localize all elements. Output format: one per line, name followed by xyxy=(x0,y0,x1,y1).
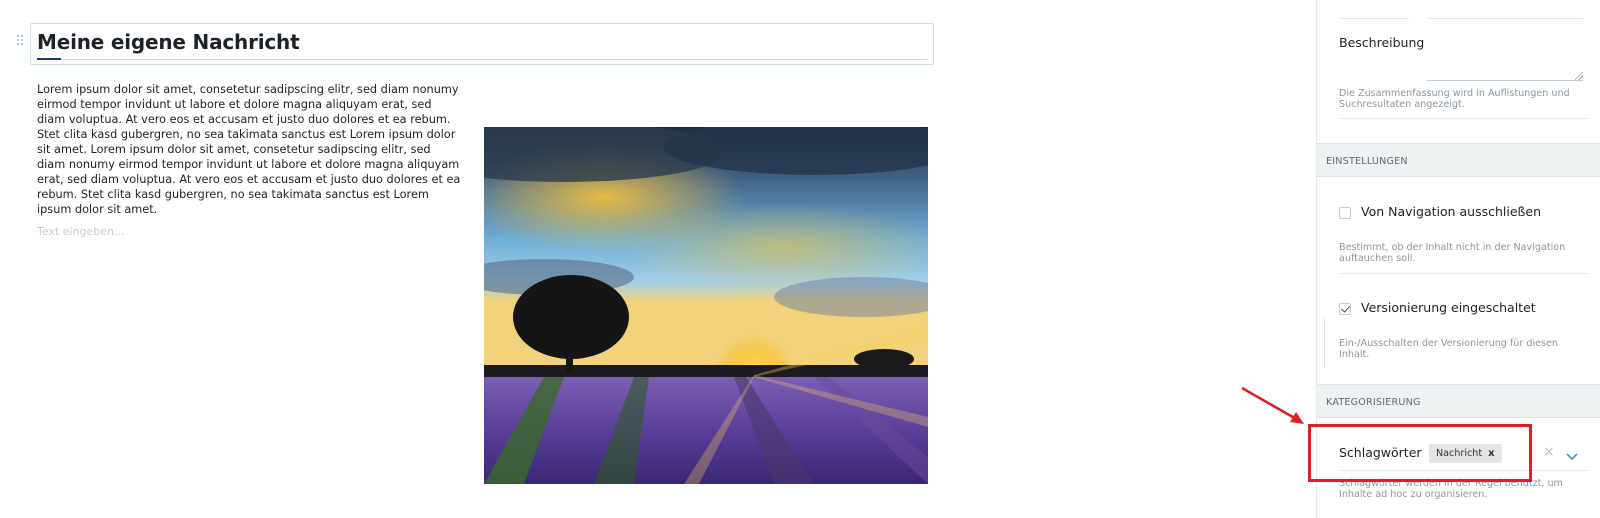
divider xyxy=(1339,273,1589,274)
tags-help: Schlagwörter werden in der Regel benutzt… xyxy=(1339,478,1563,500)
page-title[interactable]: Meine eigene Nachricht xyxy=(37,30,300,54)
body-text-block[interactable]: Lorem ipsum dolor sit amet, consetetur s… xyxy=(37,82,462,217)
categorization-section-header: KATEGORISIERUNG xyxy=(1317,384,1600,418)
description-label: Beschreibung xyxy=(1339,35,1425,50)
sidebar-top-divider xyxy=(1339,18,1409,19)
title-field[interactable]: Meine eigene Nachricht xyxy=(30,23,934,65)
title-underline xyxy=(37,59,927,60)
resize-grip-icon[interactable] xyxy=(1575,72,1583,80)
lavender-sunset-image[interactable] xyxy=(484,127,928,484)
checkmark-icon xyxy=(1341,303,1350,313)
sidebar-top-field-line xyxy=(1427,18,1583,19)
description-textarea[interactable] xyxy=(1427,80,1583,81)
exclude-navigation-checkbox[interactable] xyxy=(1339,207,1351,219)
versioning-help: Ein-/Ausschalten der Versionierung für d… xyxy=(1339,338,1559,360)
versioning-checkbox[interactable] xyxy=(1339,303,1351,315)
tags-highlight-box xyxy=(1308,424,1532,482)
drag-handle-icon[interactable] xyxy=(16,34,24,46)
annotation-arrow-icon xyxy=(1241,386,1304,424)
versioning-indicator xyxy=(1324,318,1325,368)
title-underline-active xyxy=(37,58,61,60)
description-help: Die Zusammenfassung wird in Auflistungen… xyxy=(1339,88,1570,110)
versioning-label[interactable]: Versionierung eingeschaltet xyxy=(1361,300,1536,315)
text-input-placeholder[interactable]: Text eingeben... xyxy=(37,225,125,238)
close-icon[interactable]: × xyxy=(1543,444,1555,460)
settings-section-header: EINSTELLUNGEN xyxy=(1317,143,1600,177)
chevron-down-icon[interactable] xyxy=(1566,446,1578,465)
exclude-navigation-label[interactable]: Von Navigation ausschließen xyxy=(1361,204,1541,219)
exclude-navigation-help: Bestimmt, ob der Inhalt nicht in der Nav… xyxy=(1339,242,1566,264)
divider xyxy=(1339,118,1589,119)
content-editor: Meine eigene Nachricht Lorem ipsum dolor… xyxy=(0,0,940,518)
